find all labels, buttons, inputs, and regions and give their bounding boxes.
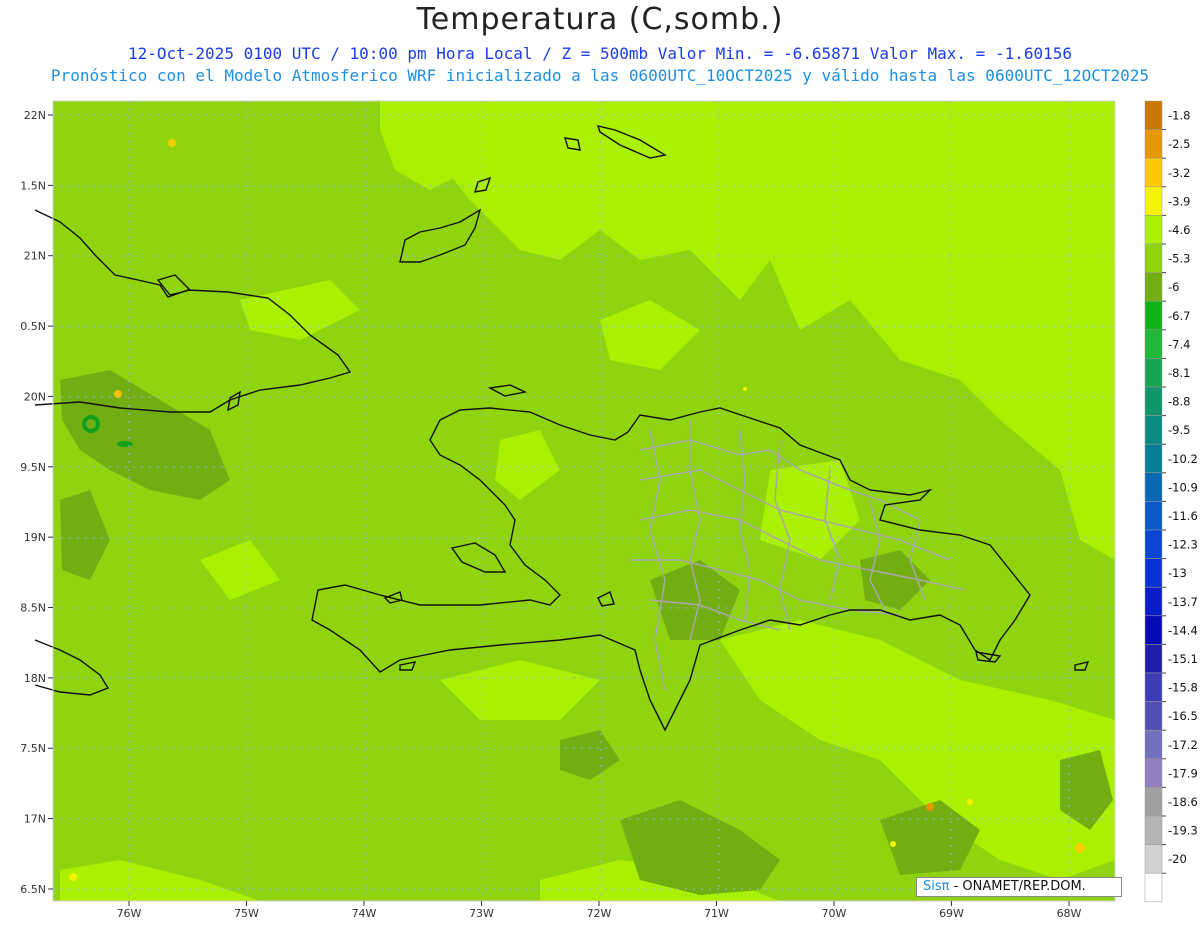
colorbar-swatch xyxy=(1144,300,1163,331)
colorbar-label: -8.8 xyxy=(1168,395,1190,409)
colorbar-swatch xyxy=(1144,644,1163,674)
lat-label: 8.5N xyxy=(20,602,46,615)
lat-label: 17N xyxy=(24,813,46,826)
lat-label: 19N xyxy=(24,531,46,544)
colorbar-swatch xyxy=(1144,443,1163,474)
colorbar-label: -16.5 xyxy=(1168,709,1198,723)
colorbar-swatch xyxy=(1144,272,1163,302)
colorbar: -1.8 -2.5 -3.2 -3.9 -4.6 -5.3 -6 -6.7 -7.4 -8.1 -8… xyxy=(1144,100,1198,903)
colorbar-label: -8.1 xyxy=(1168,366,1190,380)
colorbar-swatch xyxy=(1144,844,1163,874)
colorbar-swatch xyxy=(1144,472,1163,502)
colorbar-swatch xyxy=(1144,787,1163,817)
colorbar-label: -18.6 xyxy=(1168,795,1198,809)
colorbar-label: -15.1 xyxy=(1168,652,1198,666)
colorbar-label: -1.8 xyxy=(1168,109,1190,123)
colorbar-swatch xyxy=(1144,615,1163,645)
colorbar-label: -15.8 xyxy=(1168,681,1198,695)
colorbar-label: -9.5 xyxy=(1168,423,1190,437)
lat-label: 21N xyxy=(24,250,46,263)
colorbar-swatch xyxy=(1144,586,1163,617)
colorbar-label: -12.3 xyxy=(1168,538,1198,552)
lon-label: 72W xyxy=(587,907,612,920)
colorbar-swatch xyxy=(1144,701,1163,731)
latitude-axis: 22N 1.5N 21N 0.5N 20N 9.5N 19N 8.5N 18N 7.5N 17N 6.… xyxy=(20,109,53,896)
colorbar-swatch xyxy=(1144,872,1163,903)
colorbar-label: -19.3 xyxy=(1168,824,1198,838)
colorbar-label: -6 xyxy=(1168,280,1179,294)
colorbar-label: -11.6 xyxy=(1168,509,1198,523)
lon-label: 71W xyxy=(704,907,729,920)
sispi-logo-text: Sisπ xyxy=(923,879,950,894)
lat-label: 1.5N xyxy=(20,179,46,192)
colorbar-swatch xyxy=(1144,501,1163,531)
lat-label: 22N xyxy=(24,109,46,122)
colorbar-label: -14.4 xyxy=(1168,623,1198,637)
lat-label: 0.5N xyxy=(20,320,46,333)
colorbar-label: -7.4 xyxy=(1168,337,1190,351)
lon-label: 74W xyxy=(352,907,377,920)
colorbar-label: -2.5 xyxy=(1168,137,1190,151)
lon-label: 73W xyxy=(469,907,494,920)
lon-label: 70W xyxy=(822,907,847,920)
colorbar-label: -10.2 xyxy=(1168,452,1198,466)
colorbar-swatch xyxy=(1144,758,1163,788)
colorbar-swatch xyxy=(1144,186,1163,216)
colorbar-swatch xyxy=(1144,558,1163,588)
colorbar-label: -4.6 xyxy=(1168,223,1190,237)
lon-label: 68W xyxy=(1057,907,1082,920)
lat-label: 6.5N xyxy=(20,883,46,896)
colorbar-swatch xyxy=(1144,358,1163,388)
longitude-axis: 76W 75W 74W 73W 72W 71W 70W 69W 68W xyxy=(117,901,1082,920)
colorbar-swatch xyxy=(1144,215,1163,245)
colorbar-swatch xyxy=(1144,815,1163,845)
colorbar-label: -10.9 xyxy=(1168,480,1198,494)
colorbar-swatch xyxy=(1144,672,1163,702)
lat-label: 7.5N xyxy=(20,742,46,755)
colorbar-label: -17.2 xyxy=(1168,738,1198,752)
colorbar-swatch xyxy=(1144,157,1163,188)
colorbar-swatch xyxy=(1144,243,1163,273)
colorbar-swatch xyxy=(1144,529,1163,559)
lat-label: 9.5N xyxy=(20,461,46,474)
colorbar-label: -3.2 xyxy=(1168,166,1190,180)
colorbar-label: -17.9 xyxy=(1168,766,1198,780)
colorbar-swatch xyxy=(1144,129,1163,159)
credit-box: Sisπ - ONAMET/REP.DOM. xyxy=(916,877,1122,897)
lat-label: 18N xyxy=(24,672,46,685)
colorbar-swatch xyxy=(1144,729,1163,760)
colorbar-label: -5.3 xyxy=(1168,252,1190,266)
temperature-map: 22N 1.5N 21N 0.5N 20N 9.5N 19N 8.5N 18N 7.5N 17N 6.… xyxy=(20,100,1198,920)
colorbar-label: -20 xyxy=(1168,852,1187,866)
colorbar-swatch xyxy=(1144,100,1163,130)
lon-label: 75W xyxy=(234,907,259,920)
colorbar-swatch xyxy=(1144,386,1163,416)
lon-label: 69W xyxy=(939,907,964,920)
colorbar-label: -3.9 xyxy=(1168,194,1190,208)
colorbar-label: -13.7 xyxy=(1168,595,1198,609)
colorbar-label: -6.7 xyxy=(1168,309,1190,323)
lon-label: 76W xyxy=(117,907,142,920)
colorbar-swatch xyxy=(1144,329,1163,359)
colorbar-swatch xyxy=(1144,415,1163,445)
lat-label: 20N xyxy=(24,390,46,403)
colorbar-label: -13 xyxy=(1168,566,1187,580)
credit-org: - ONAMET/REP.DOM. xyxy=(949,879,1086,894)
